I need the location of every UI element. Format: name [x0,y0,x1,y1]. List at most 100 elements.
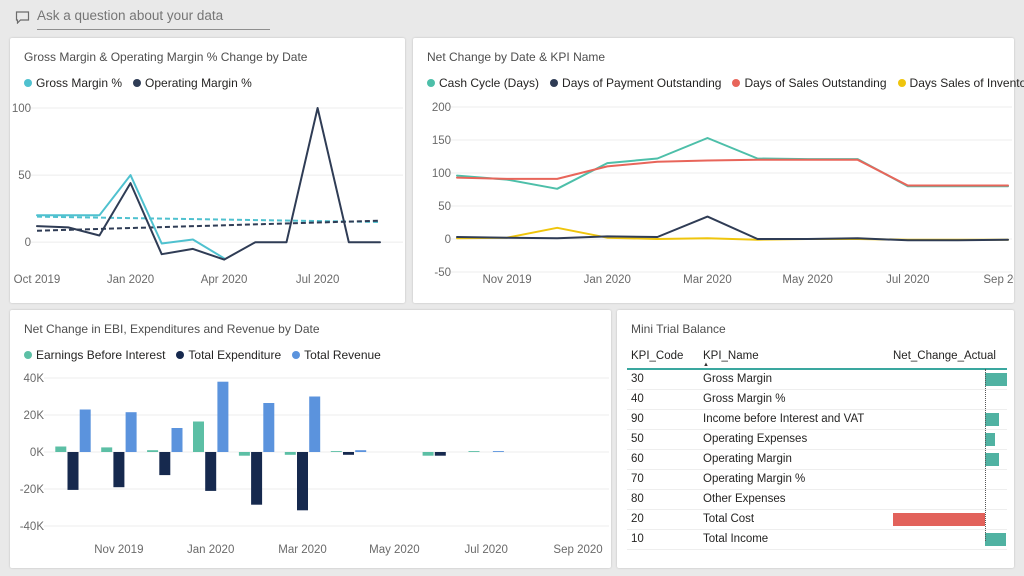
table-row[interactable]: 10 Total Income [627,530,1007,550]
legend-label: Earnings Before Interest [36,348,165,362]
svg-text:May 2020: May 2020 [782,274,833,286]
line-chart-net-change-kpi[interactable]: -50050100150200Nov 2019Jan 2020Mar 2020M… [413,98,1014,303]
legend-dot [732,79,740,87]
column-header-kpi-name[interactable]: KPI_Name [703,350,759,362]
kpi-code-cell: 30 [631,370,644,389]
kpi-code-cell: 10 [631,530,644,549]
table-row[interactable]: 50 Operating Expenses [627,430,1007,450]
net-change-bar [985,433,995,446]
kpi-code-cell: 70 [631,470,644,489]
svg-text:Jan 2020: Jan 2020 [107,274,154,286]
table-row[interactable]: 70 Operating Margin % [627,470,1007,490]
legend-item[interactable]: Cash Cycle (Days) [427,76,539,90]
card-mini-trial-balance: Mini Trial Balance KPI_Code KPI_Name Net… [617,310,1014,568]
sort-ascending-icon: ▲ [703,362,709,368]
table-row[interactable]: 60 Operating Margin [627,450,1007,470]
svg-text:150: 150 [432,135,451,147]
column-header-net-change-actual[interactable]: Net_Change_Actual [893,350,996,362]
bar-chart-ebi-expenditure-revenue[interactable]: -40K-20K0K20K40KNov 2019Jan 2020Mar 2020… [10,370,611,568]
svg-text:-20K: -20K [20,484,45,496]
line-chart-gross-operating-margin[interactable]: 050100Oct 2019Jan 2020Apr 2020Jul 2020 [10,98,405,303]
net-change-bar [985,373,1007,386]
chart-legend: Cash Cycle (Days) Days of Payment Outstan… [427,76,1008,90]
legend-label: Total Expenditure [188,348,281,362]
legend-item[interactable]: Days of Payment Outstanding [550,76,721,90]
legend-dot [292,351,300,359]
svg-text:40K: 40K [24,373,45,385]
legend-item[interactable]: Operating Margin % [133,76,252,90]
svg-text:100: 100 [432,168,451,180]
card-gross-operating-margin: Gross Margin & Operating Margin % Change… [10,38,405,303]
legend-item[interactable]: Days Sales of Inventory [898,76,1024,90]
legend-item[interactable]: Gross Margin % [24,76,122,90]
kpi-name-cell: Income before Interest and VAT [703,410,864,429]
svg-text:0: 0 [445,234,451,246]
chart-title: Net Change in EBI, Expenditures and Reve… [24,322,601,336]
table-header: KPI_Code KPI_Name Net_Change_Actual ▲ [627,348,1007,370]
svg-text:-40K: -40K [20,521,45,533]
legend-dot [176,351,184,359]
table-row[interactable]: 20 Total Cost [627,510,1007,530]
net-change-bar [985,533,1006,546]
svg-text:May 2020: May 2020 [369,544,420,556]
svg-text:200: 200 [432,102,451,114]
svg-text:Jan 2020: Jan 2020 [187,544,234,556]
table-row[interactable]: 90 Income before Interest and VAT [627,410,1007,430]
qa-question-input[interactable]: Ask a question about your data [37,8,270,30]
svg-text:50: 50 [18,170,31,182]
table-row[interactable]: 40 Gross Margin % [627,390,1007,410]
legend-label: Operating Margin % [145,76,252,90]
legend-dot [550,79,558,87]
svg-text:Sep 2020: Sep 2020 [983,274,1014,286]
chart-title: Gross Margin & Operating Margin % Change… [24,50,395,64]
kpi-code-cell: 50 [631,430,644,449]
svg-text:Mar 2020: Mar 2020 [278,544,327,556]
table-row[interactable]: 30 Gross Margin [627,370,1007,390]
svg-text:0: 0 [25,237,31,249]
table-title: Mini Trial Balance [631,322,1004,336]
kpi-code-cell: 20 [631,510,644,529]
svg-text:Jul 2020: Jul 2020 [296,274,339,286]
svg-text:Nov 2019: Nov 2019 [482,274,531,286]
net-change-bar [893,513,985,526]
legend-item[interactable]: Days of Sales Outstanding [732,76,886,90]
legend-item[interactable]: Earnings Before Interest [24,348,165,362]
legend-label: Days of Payment Outstanding [562,76,721,90]
legend-dot [427,79,435,87]
svg-text:Sep 2020: Sep 2020 [553,544,602,556]
svg-text:Mar 2020: Mar 2020 [683,274,732,286]
legend-label: Gross Margin % [36,76,122,90]
kpi-name-cell: Gross Margin % [703,390,785,409]
svg-text:50: 50 [438,201,451,213]
kpi-name-cell: Operating Margin % [703,470,805,489]
column-header-kpi-code[interactable]: KPI_Code [631,350,683,362]
kpi-name-cell: Gross Margin [703,370,772,389]
svg-text:Jul 2020: Jul 2020 [464,544,507,556]
svg-text:Jul 2020: Jul 2020 [886,274,929,286]
legend-item[interactable]: Total Revenue [292,348,381,362]
svg-text:Oct 2019: Oct 2019 [14,274,61,286]
kpi-name-cell: Operating Expenses [703,430,807,449]
kpi-name-cell: Total Cost [703,510,754,529]
kpi-name-cell: Operating Margin [703,450,792,469]
chart-legend: Earnings Before Interest Total Expenditur… [24,348,605,362]
chart-legend: Gross Margin % Operating Margin % [24,76,399,90]
kpi-code-cell: 80 [631,490,644,509]
kpi-name-cell: Total Income [703,530,768,549]
svg-text:0K: 0K [30,447,44,459]
legend-label: Total Revenue [304,348,381,362]
legend-item[interactable]: Total Expenditure [176,348,281,362]
legend-dot [133,79,141,87]
net-change-bar [985,453,999,466]
kpi-code-cell: 60 [631,450,644,469]
chart-title: Net Change by Date & KPI Name [427,50,1004,64]
table-body: 30 Gross Margin 40 Gross Margin % 90 Income b… [627,370,1007,550]
kpi-code-cell: 90 [631,410,644,429]
svg-text:Nov 2019: Nov 2019 [94,544,143,556]
legend-dot [24,79,32,87]
legend-dot [24,351,32,359]
table-row[interactable]: 80Other Expenses [627,490,1007,510]
kpi-code-cell: 40 [631,390,644,409]
zero-axis-line [985,369,986,541]
net-change-bar [985,413,999,426]
